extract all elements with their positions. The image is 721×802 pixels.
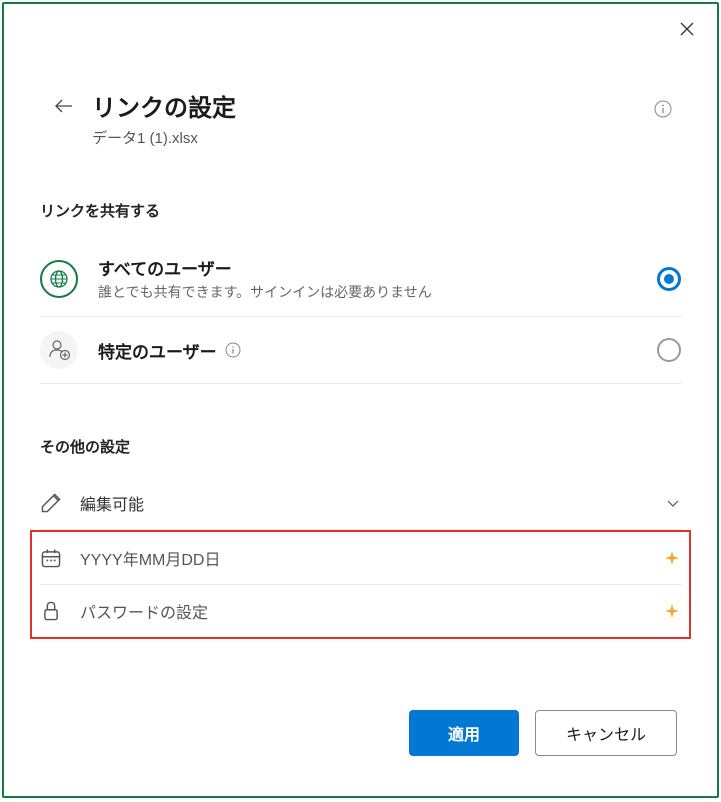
option-everyone-desc: 誰とでも共有できます。サインインは必要ありません <box>98 282 657 302</box>
pencil-icon <box>40 492 62 514</box>
option-everyone-title: すべてのユーザー <box>98 255 232 280</box>
password-placeholder: パスワードの設定 <box>80 599 663 623</box>
dialog-footer: 適用 キャンセル <box>409 710 677 756</box>
edit-permission-label: 編集可能 <box>80 491 665 515</box>
edit-permission-row[interactable]: 編集可能 <box>40 477 681 530</box>
option-specific[interactable]: 特定のユーザー <box>40 317 681 384</box>
apply-button[interactable]: 適用 <box>409 710 519 756</box>
info-button[interactable] <box>653 100 673 120</box>
info-icon[interactable] <box>225 342 241 358</box>
lock-icon <box>40 600 62 622</box>
back-button[interactable] <box>50 94 78 121</box>
share-section-label: リンクを共有する <box>40 200 681 221</box>
option-everyone[interactable]: すべてのユーザー 誰とでも共有できます。サインインは必要ありません <box>40 241 681 317</box>
info-icon <box>654 100 672 118</box>
globe-icon-container <box>40 260 78 298</box>
people-icon-container <box>40 331 78 369</box>
file-name: データ1 (1).xlsx <box>92 127 677 148</box>
back-arrow-icon <box>54 98 74 114</box>
radio-specific[interactable] <box>657 338 681 362</box>
radio-everyone[interactable] <box>657 267 681 291</box>
dialog-header: リンクの設定 データ1 (1).xlsx <box>4 4 717 148</box>
expiration-date-row[interactable]: YYYY年MM月DD日 <box>40 532 681 585</box>
highlighted-settings: YYYY年MM月DD日 パスワードの設定 <box>30 530 691 639</box>
option-specific-title: 特定のユーザー <box>98 338 217 363</box>
calendar-icon <box>40 547 62 569</box>
chevron-down-icon <box>665 495 681 511</box>
other-section-label: その他の設定 <box>40 436 681 457</box>
globe-icon <box>49 269 69 289</box>
password-row[interactable]: パスワードの設定 <box>40 585 681 637</box>
date-placeholder: YYYY年MM月DD日 <box>80 546 663 570</box>
cancel-button[interactable]: キャンセル <box>535 710 677 756</box>
dialog-title: リンクの設定 <box>92 88 677 123</box>
people-plus-icon <box>46 337 72 363</box>
sparkle-icon <box>663 602 681 620</box>
sparkle-icon <box>663 549 681 567</box>
